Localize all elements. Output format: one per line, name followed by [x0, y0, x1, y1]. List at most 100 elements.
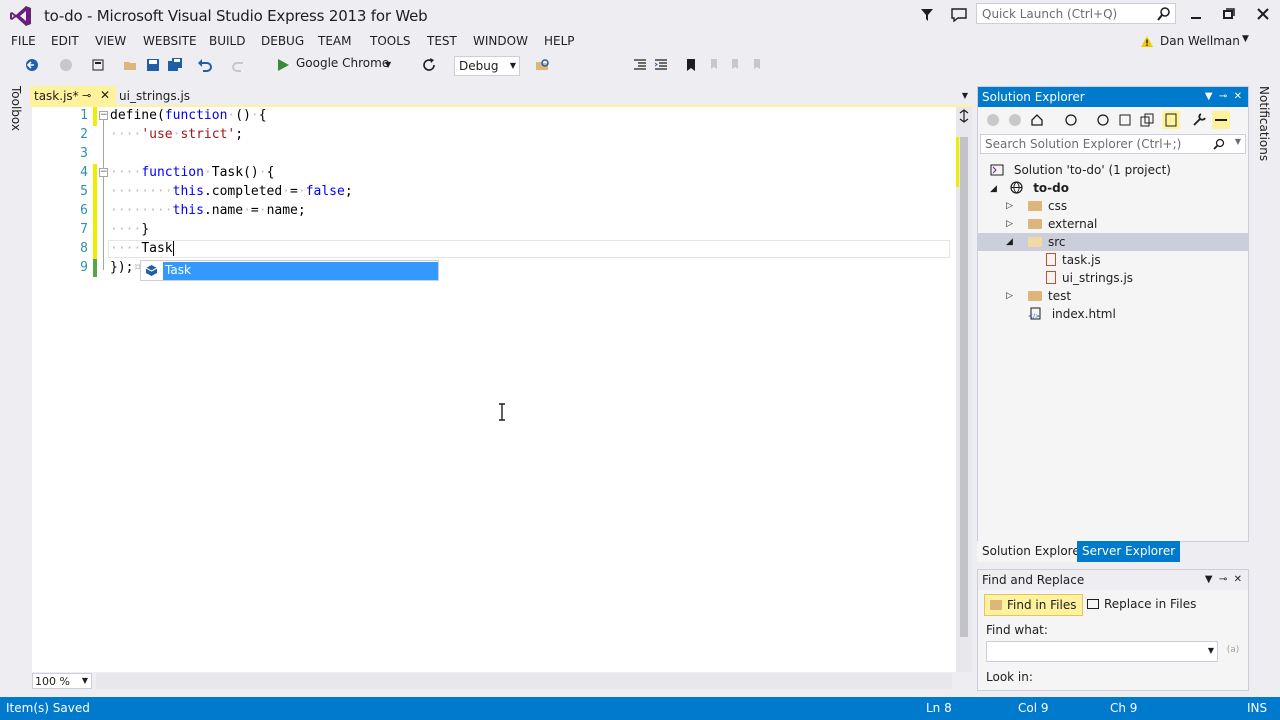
new-project-icon[interactable]	[90, 57, 106, 73]
change-marker	[93, 107, 97, 126]
menu-edit[interactable]: EDIT	[51, 34, 79, 48]
line-number: 8	[80, 241, 88, 256]
filter-icon[interactable]	[918, 6, 936, 24]
solution-explorer-search-input[interactable]: Search Solution Explorer (Ctrl+;) ▼	[980, 134, 1246, 154]
menu-debug[interactable]: DEBUG	[261, 34, 304, 48]
panel-title: Find and Replace	[982, 573, 1085, 587]
tree-item-label: Solution 'to-do' (1 project)	[1013, 163, 1171, 177]
chevron-down-icon[interactable]: ▼	[385, 60, 391, 69]
back-icon[interactable]	[986, 113, 1000, 127]
replace-in-files-button[interactable]: Replace in Files	[1082, 594, 1201, 616]
explorer-tabs: Solution Explorer Server Explorer	[977, 541, 1249, 562]
bookmark-icon[interactable]	[683, 57, 699, 73]
chevron-down-icon[interactable]: ▼	[962, 91, 968, 100]
previous-bookmark-icon[interactable]	[706, 57, 722, 73]
collapse-icon[interactable]: −	[99, 168, 108, 177]
editor-vertical-scrollbar[interactable]	[956, 107, 972, 672]
method-icon	[145, 265, 158, 276]
panel-window-controls[interactable]: ▼ ⊸ ✕	[1205, 574, 1242, 585]
save-all-icon[interactable]	[167, 57, 183, 73]
tab-task-js[interactable]: task.js* ⊸ ✕	[30, 86, 116, 106]
tree-item-index-html[interactable]: </> index.html	[1028, 305, 1116, 323]
increase-indent-icon[interactable]	[653, 57, 669, 73]
navigate-back-icon[interactable]	[24, 57, 40, 73]
close-icon[interactable]: ✕	[100, 88, 110, 102]
open-file-icon[interactable]	[122, 57, 138, 73]
preview-icon[interactable]	[1212, 111, 1230, 129]
menu-help[interactable]: HELP	[544, 34, 575, 48]
collapsed-arrow-icon[interactable]: ▷	[1006, 219, 1013, 229]
split-icon[interactable]	[957, 109, 971, 123]
refresh-icon[interactable]	[1096, 113, 1110, 127]
redo-icon[interactable]	[231, 57, 247, 73]
close-icon[interactable]	[1251, 4, 1275, 24]
menu-window[interactable]: WINDOW	[473, 34, 528, 48]
code-line: });¤	[110, 260, 142, 275]
undo-icon[interactable]	[197, 57, 213, 73]
tab-solution-explorer[interactable]: Solution Explorer	[977, 541, 1090, 562]
show-all-files-icon[interactable]	[1162, 111, 1180, 129]
menu-team[interactable]: TEAM	[318, 34, 351, 48]
clear-bookmarks-icon[interactable]	[749, 57, 765, 73]
collapse-all-icon[interactable]	[1118, 113, 1132, 127]
zoom-select[interactable]: 100 % ▼	[32, 673, 92, 689]
quick-launch-input[interactable]: Quick Launch (Ctrl+Q)	[976, 3, 1176, 24]
sync-icon[interactable]	[1064, 113, 1078, 127]
editor-horizontal-scrollbar[interactable]	[96, 673, 952, 689]
intellisense-popup[interactable]: Task	[140, 260, 439, 281]
tree-item-css[interactable]: css	[1028, 197, 1067, 215]
tree-item-solution[interactable]: Solution 'to-do' (1 project)	[990, 161, 1171, 179]
collapse-icon[interactable]: −	[99, 111, 108, 120]
code-line: ········this.name·=·name;	[110, 203, 306, 218]
tree-item-label: css	[1048, 199, 1068, 213]
decrease-indent-icon[interactable]	[632, 57, 648, 73]
outline-guide	[103, 120, 104, 270]
regex-toggle-icon[interactable]: (a)	[1222, 641, 1244, 662]
tab-ui-strings-js[interactable]: ui_strings.js	[116, 86, 190, 106]
minimize-icon[interactable]	[1184, 4, 1208, 24]
copy-icon[interactable]	[1140, 113, 1154, 127]
solution-explorer-toolbar	[978, 107, 1248, 133]
tree-item-project[interactable]: to-do	[1010, 179, 1069, 197]
menu-tools[interactable]: TOOLS	[370, 34, 411, 48]
restore-icon[interactable]	[1217, 4, 1241, 24]
find-in-files-icon[interactable]	[534, 57, 550, 73]
home-icon[interactable]	[1030, 113, 1044, 127]
scrollbar-thumb[interactable]	[960, 137, 968, 637]
menu-test[interactable]: TEST	[427, 34, 457, 48]
collapsed-arrow-icon[interactable]: ▷	[1006, 291, 1013, 301]
refresh-icon[interactable]	[421, 57, 437, 73]
solution-configuration-select[interactable]: Debug ▼	[454, 56, 520, 76]
menu-website[interactable]: WEBSITE	[143, 34, 197, 48]
panel-window-controls[interactable]: ▼ ⊸ ✕	[1205, 91, 1242, 102]
open-folder-icon	[1028, 237, 1042, 247]
feedback-icon[interactable]	[950, 6, 968, 24]
start-debugging-icon[interactable]	[276, 58, 290, 72]
find-in-files-icon	[990, 600, 1002, 610]
forward-icon[interactable]	[1008, 113, 1022, 127]
completion-item[interactable]: Task	[163, 262, 438, 280]
menu-file[interactable]: FILE	[11, 34, 36, 48]
toolbox-tab[interactable]: Toolbox	[9, 86, 23, 131]
navigate-forward-icon[interactable]	[58, 57, 74, 73]
expanded-arrow-icon[interactable]: ◢	[990, 184, 997, 194]
tree-item-task-js[interactable]: task.js	[1046, 251, 1101, 269]
find-in-files-button[interactable]: Find in Files	[984, 594, 1083, 616]
save-icon[interactable]	[145, 57, 161, 73]
find-what-input[interactable]: ▼	[986, 641, 1218, 662]
menu-view[interactable]: VIEW	[95, 34, 126, 48]
tree-item-label: src	[1048, 235, 1066, 249]
tree-item-src[interactable]: src	[1028, 233, 1066, 251]
pin-icon[interactable]: ⊸	[82, 89, 91, 102]
tree-item-test[interactable]: test	[1028, 287, 1071, 305]
launch-target-label[interactable]: Google Chrome	[296, 56, 389, 70]
notifications-tab[interactable]: Notifications	[1257, 86, 1271, 161]
collapsed-arrow-icon[interactable]: ▷	[1006, 201, 1013, 211]
next-bookmark-icon[interactable]	[727, 57, 743, 73]
tree-item-external[interactable]: external	[1028, 215, 1097, 233]
tab-server-explorer[interactable]: Server Explorer	[1077, 541, 1181, 562]
expanded-arrow-icon[interactable]: ◢	[1006, 237, 1013, 247]
menu-build[interactable]: BUILD	[209, 34, 245, 48]
properties-icon[interactable]	[1192, 113, 1206, 127]
tree-item-ui-strings-js[interactable]: ui_strings.js	[1046, 269, 1133, 287]
